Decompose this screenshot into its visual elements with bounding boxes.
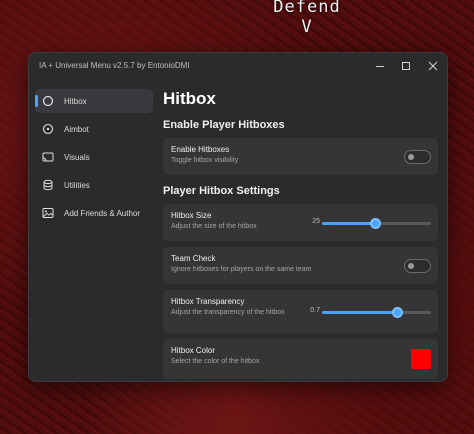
- close-icon: [428, 61, 438, 71]
- setting-description: Toggle hitbox visibility: [171, 157, 239, 164]
- hitbox-transparency-slider[interactable]: [322, 306, 431, 318]
- enable-hitboxes-toggle[interactable]: [404, 149, 431, 164]
- sidebar-item-label: Add Friends & Author: [64, 208, 141, 218]
- menu-window: IA + Universal Menu v2.5.7 by EntonioDMI…: [28, 52, 448, 382]
- sidebar-item-utilities[interactable]: Utilities: [35, 173, 153, 197]
- setting-title: Team Check: [171, 254, 216, 263]
- toggle-knob: [408, 262, 414, 269]
- setting-description: Ignore hitboxes for players on the same …: [171, 266, 312, 273]
- setting-description: Select the color of the hitbox: [171, 358, 260, 365]
- sidebar: Hitbox Aimbot Visuals Utilities Add Frie…: [35, 89, 153, 229]
- image-icon: [42, 207, 54, 219]
- minimize-button[interactable]: [371, 57, 389, 75]
- setting-title: Hitbox Color: [171, 346, 216, 355]
- maximize-button[interactable]: [397, 57, 415, 75]
- active-indicator: [35, 95, 38, 107]
- sidebar-item-label: Utilities: [64, 180, 90, 190]
- slider-fill: [322, 310, 398, 314]
- circle-icon: [42, 95, 54, 107]
- close-button[interactable]: [424, 57, 442, 75]
- hitbox-transparency-value: 0.7: [310, 306, 320, 314]
- team-check-toggle[interactable]: [404, 258, 431, 273]
- slider-fill: [322, 221, 376, 225]
- slider-thumb[interactable]: [392, 306, 404, 318]
- setting-title: Hitbox Size: [171, 211, 212, 220]
- hitbox-size-value: 25: [312, 217, 320, 225]
- setting-description: Adjust the transparency of the hitbox: [171, 309, 285, 316]
- sidebar-item-add-friends-author[interactable]: Add Friends & Author: [35, 201, 153, 225]
- enable-hitboxes-card: Enable Hitboxes Toggle hitbox visibility: [163, 138, 438, 175]
- hitbox-color-swatch[interactable]: [411, 349, 431, 369]
- hitbox-transparency-card: Hitbox Transparency Adjust the transpare…: [163, 290, 438, 333]
- sidebar-item-hitbox[interactable]: Hitbox: [35, 89, 153, 113]
- background-overlay-text-2: V: [301, 17, 313, 37]
- sidebar-item-label: Visuals: [64, 152, 90, 162]
- section-title-settings: Player Hitbox Settings: [163, 185, 280, 197]
- database-icon: [42, 179, 54, 191]
- maximize-icon: [402, 62, 410, 70]
- page-title: Hitbox: [163, 89, 216, 108]
- slider-thumb[interactable]: [370, 217, 382, 229]
- cast-icon: [42, 151, 54, 163]
- sidebar-item-label: Hitbox: [64, 96, 87, 106]
- main-content: Hitbox Enable Player Hitboxes Enable Hit…: [163, 87, 438, 379]
- hitbox-color-card: Hitbox Color Select the color of the hit…: [163, 339, 438, 379]
- sidebar-item-aimbot[interactable]: Aimbot: [35, 117, 153, 141]
- minimize-icon: [376, 66, 384, 67]
- window-title: IA + Universal Menu v2.5.7 by EntonioDMI: [39, 61, 190, 70]
- title-bar[interactable]: IA + Universal Menu v2.5.7 by EntonioDMI: [29, 53, 447, 79]
- setting-title: Hitbox Transparency: [171, 297, 245, 306]
- section-title-enable: Enable Player Hitboxes: [163, 119, 285, 131]
- sidebar-item-visuals[interactable]: Visuals: [35, 145, 153, 169]
- background-overlay-text: Defend: [273, 0, 341, 17]
- sidebar-item-label: Aimbot: [64, 124, 89, 134]
- hitbox-size-slider[interactable]: [322, 217, 431, 229]
- toggle-knob: [408, 153, 414, 160]
- setting-title: Enable Hitboxes: [171, 145, 230, 154]
- hitbox-size-card: Hitbox Size Adjust the size of the hitbo…: [163, 204, 438, 241]
- team-check-card: Team Check Ignore hitboxes for players o…: [163, 247, 438, 284]
- target-icon: [42, 123, 54, 135]
